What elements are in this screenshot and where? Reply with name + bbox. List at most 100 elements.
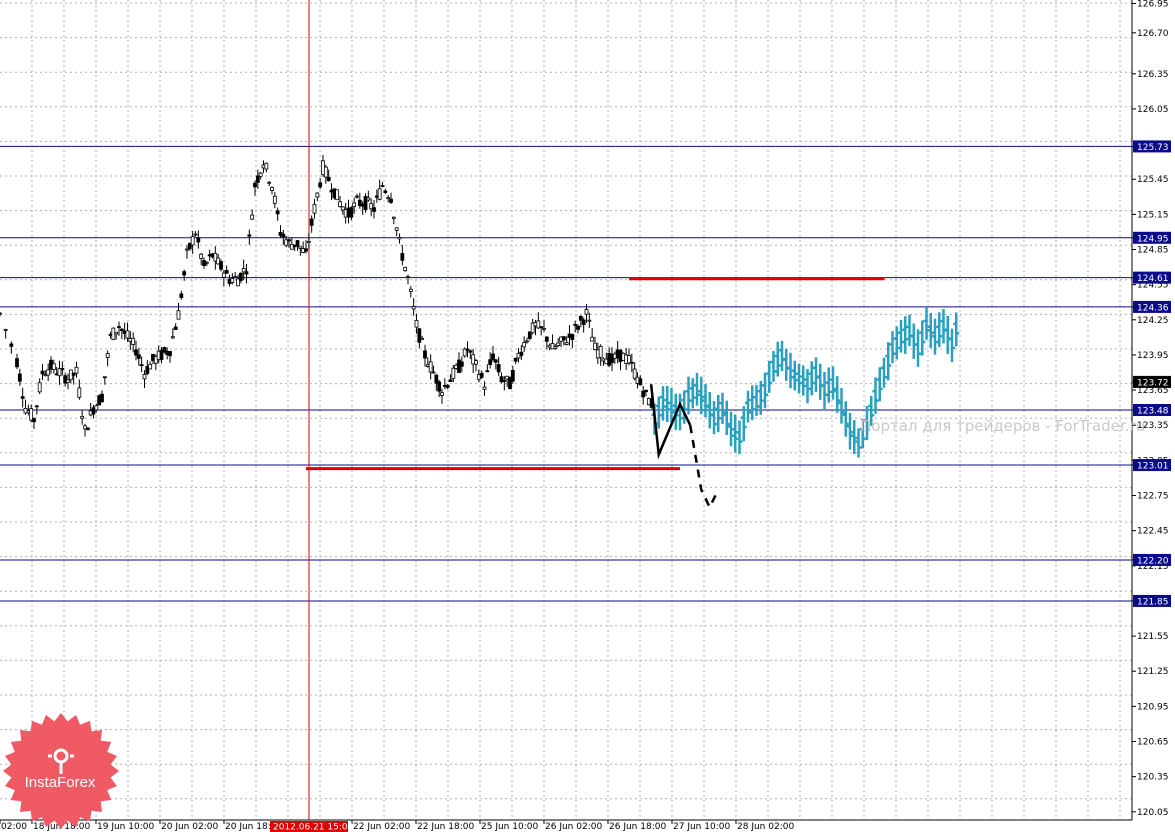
candle-body [60, 368, 65, 370]
candle-body [525, 340, 529, 343]
level-price-label: 124.61 [1137, 274, 1169, 284]
candle-body [561, 336, 566, 341]
candle-body [474, 360, 478, 365]
candle-body [309, 218, 314, 226]
candle-body [233, 276, 238, 278]
candle-body [315, 192, 320, 198]
candle-body [37, 382, 42, 393]
price-tick-label: 126.35 [1137, 70, 1169, 80]
level-price-label: 124.36 [1137, 303, 1169, 313]
price-tick-label: 125.15 [1137, 210, 1169, 220]
candle-body [204, 261, 209, 264]
candle-body [587, 319, 592, 322]
price-tick-label: 123.95 [1137, 351, 1169, 361]
candle-body [142, 373, 147, 380]
candle-body [468, 350, 473, 353]
candle-body [553, 346, 558, 349]
candle-body [190, 236, 195, 246]
candle-body [372, 207, 376, 212]
price-tick-label: 120.35 [1137, 773, 1169, 783]
candle-body [173, 326, 178, 330]
candle-body [493, 359, 498, 363]
price-tick-label: 126.70 [1137, 29, 1169, 39]
candle-body [323, 166, 328, 178]
time-tick-label: 27 Jun 10:00 [673, 822, 730, 832]
candle-body [485, 370, 490, 373]
candle-body [114, 331, 119, 335]
candle-body [318, 182, 323, 188]
candle-body [386, 197, 391, 199]
candle-body [46, 369, 51, 376]
price-tick-label: 123.35 [1137, 421, 1169, 431]
price-tick-label: 122.75 [1137, 492, 1169, 502]
candle-body [411, 306, 416, 310]
candle-body [117, 326, 121, 328]
candle-body [20, 396, 25, 399]
candle-body [253, 182, 257, 188]
candle-body [414, 319, 419, 328]
candle-body [295, 240, 300, 247]
candle-body [445, 384, 450, 388]
candle-body [255, 175, 260, 183]
candle-body [105, 353, 110, 358]
candle-body [258, 172, 263, 177]
candle-body [488, 359, 493, 366]
candle-body [584, 309, 589, 315]
candle-body [40, 370, 45, 375]
time-tick-label: 22 Jun 02:00 [353, 822, 410, 832]
cursor-time-label: 2012.06.21 15:00 [273, 823, 354, 832]
candle-body [134, 349, 138, 356]
candle-body [349, 207, 354, 218]
level-price-label: 123.48 [1137, 407, 1169, 417]
candle-body [389, 198, 393, 203]
current-price-label: 123.72 [1137, 378, 1169, 388]
candle-body [502, 380, 507, 382]
candle-body [394, 227, 399, 231]
candle-body [638, 378, 643, 386]
candle-body [355, 195, 359, 198]
candle-body [179, 293, 184, 298]
candle-body [304, 248, 308, 252]
candle-body [139, 364, 144, 367]
candle-body [352, 202, 357, 207]
candle-body [544, 336, 549, 342]
candle-body [496, 364, 501, 373]
candle-body [417, 328, 422, 343]
candle-body [556, 342, 561, 346]
candle-body [306, 240, 311, 243]
candle-body [196, 237, 201, 243]
level-price-label: 123.01 [1137, 462, 1169, 472]
candle-body [420, 337, 425, 340]
candle-body [482, 386, 487, 390]
candle-body [51, 363, 56, 370]
candle-body [221, 272, 226, 278]
candle-body [193, 233, 198, 236]
candle-body [522, 342, 527, 348]
candle-body [100, 393, 104, 403]
horizontal-levels [0, 145, 1132, 602]
candle-body [513, 357, 518, 362]
price-axis: 126.95 126.70 126.35 126.05 125.73 125.45 125.… [1132, 0, 1171, 818]
price-tick-label: 120.05 [1137, 808, 1169, 818]
candle-body [0, 312, 2, 315]
price-tick-label: 124.25 [1137, 316, 1169, 326]
price-chart[interactable]: Портал для трейдеров - ForTrader.ru 126.… [0, 0, 1175, 832]
candle-body [250, 214, 255, 220]
candle-body [380, 185, 385, 187]
candle-body [80, 416, 85, 419]
candle-body [326, 176, 331, 182]
candle-body [593, 342, 597, 351]
level-price-label: 125.73 [1137, 143, 1169, 153]
candle-body [465, 348, 470, 351]
candle-body [590, 336, 595, 342]
time-tick-label: 26 Jun 18:00 [609, 822, 666, 832]
candle-body [34, 405, 39, 408]
candle-body [281, 233, 286, 238]
price-tick-label: 121.25 [1137, 667, 1169, 677]
candle-body [431, 371, 436, 374]
price-tick-label: 121.55 [1137, 632, 1169, 642]
candle-body [32, 418, 36, 423]
watermark-text: Портал для трейдеров - ForTrader.ru [860, 417, 1145, 435]
candle-body [270, 187, 274, 191]
price-tick-label: 120.65 [1137, 738, 1169, 748]
